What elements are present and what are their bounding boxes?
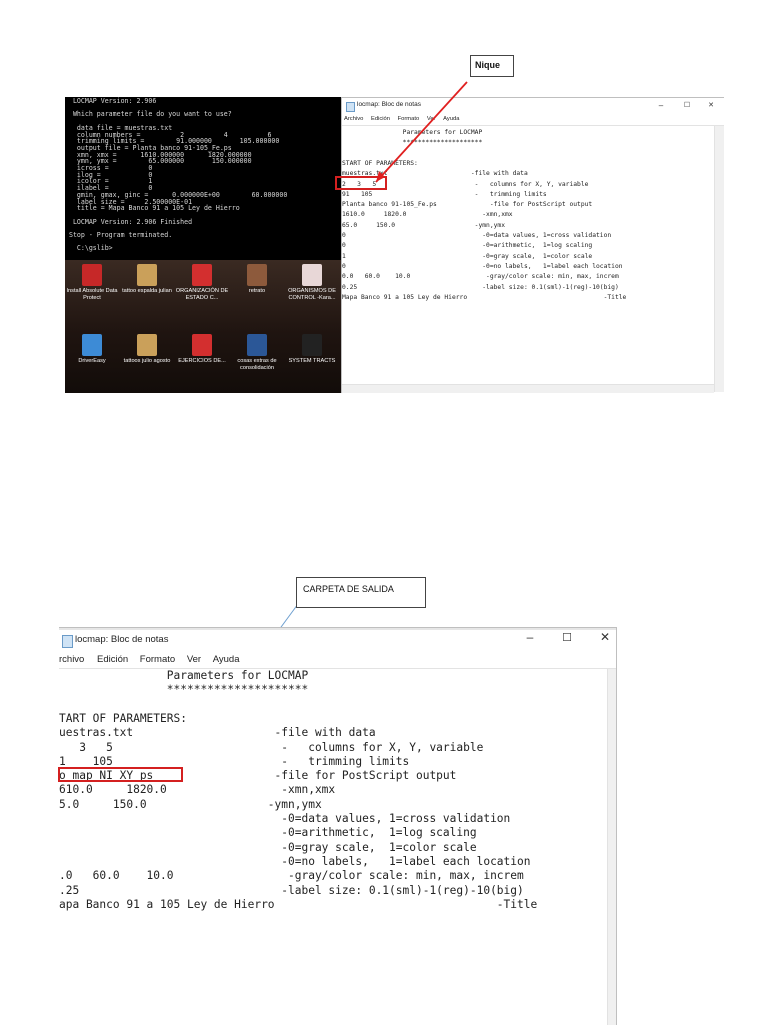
text-line: 3 5 - columns for X, Y, variable <box>59 740 484 754</box>
close-button[interactable]: ✕ <box>597 630 613 644</box>
menu-archivo[interactable]: rchivo <box>59 654 84 665</box>
text-line: ********************* <box>59 683 309 697</box>
text-area[interactable]: Parameters for LOCMAP ******************… <box>59 668 604 1018</box>
minimize-button[interactable]: – <box>522 630 538 644</box>
highlight-box-bottom <box>58 767 183 782</box>
text-line: .0 60.0 10.0 -gray/color scale: min, max… <box>59 869 524 883</box>
text-line: -0=arithmetic, 1=log scaling <box>59 826 477 840</box>
callout-box-bottom: CARPETA DE SALIDA <box>296 577 426 608</box>
text-line: 610.0 1820.0 -xmn,xmx <box>59 783 336 797</box>
arrow-line-red <box>375 81 468 183</box>
notepad-window-bottom: locmap: Bloc de notas – ☐ ✕ rchivo Edici… <box>59 627 617 1025</box>
text-line: TART OF PARAMETERS: <box>59 711 187 725</box>
text-line: apa Banco 91 a 105 Ley de Hierro -Title <box>59 897 538 911</box>
notepad-icon <box>62 635 73 648</box>
menu-formato[interactable]: Formato <box>140 654 175 665</box>
menu-ayuda[interactable]: Ayuda <box>213 654 240 665</box>
text-line: -0=gray scale, 1=color scale <box>59 840 477 854</box>
menu-bar: rchivo Edición Formato Ver Ayuda <box>59 654 239 665</box>
text-line: Parameters for LOCMAP <box>59 669 309 682</box>
text-line: -0=no labels, 1=label each location <box>59 854 531 868</box>
text-line: .25 -label size: 0.1(sml)-1(reg)-10(big) <box>59 883 524 897</box>
text-line: uestras.txt -file with data <box>59 726 376 740</box>
maximize-button[interactable]: ☐ <box>559 631 575 644</box>
menu-ver[interactable]: Ver <box>187 654 201 665</box>
vertical-scrollbar[interactable] <box>607 669 616 1025</box>
text-line: -0=data values, 1=cross validation <box>59 812 511 825</box>
callout-label-bottom: CARPETA DE SALIDA <box>303 584 394 594</box>
text-line: 5.0 150.0 -ymn,ymx <box>59 797 322 811</box>
window-title: locmap: Bloc de notas <box>75 634 169 645</box>
menu-edicion[interactable]: Edición <box>97 654 128 665</box>
